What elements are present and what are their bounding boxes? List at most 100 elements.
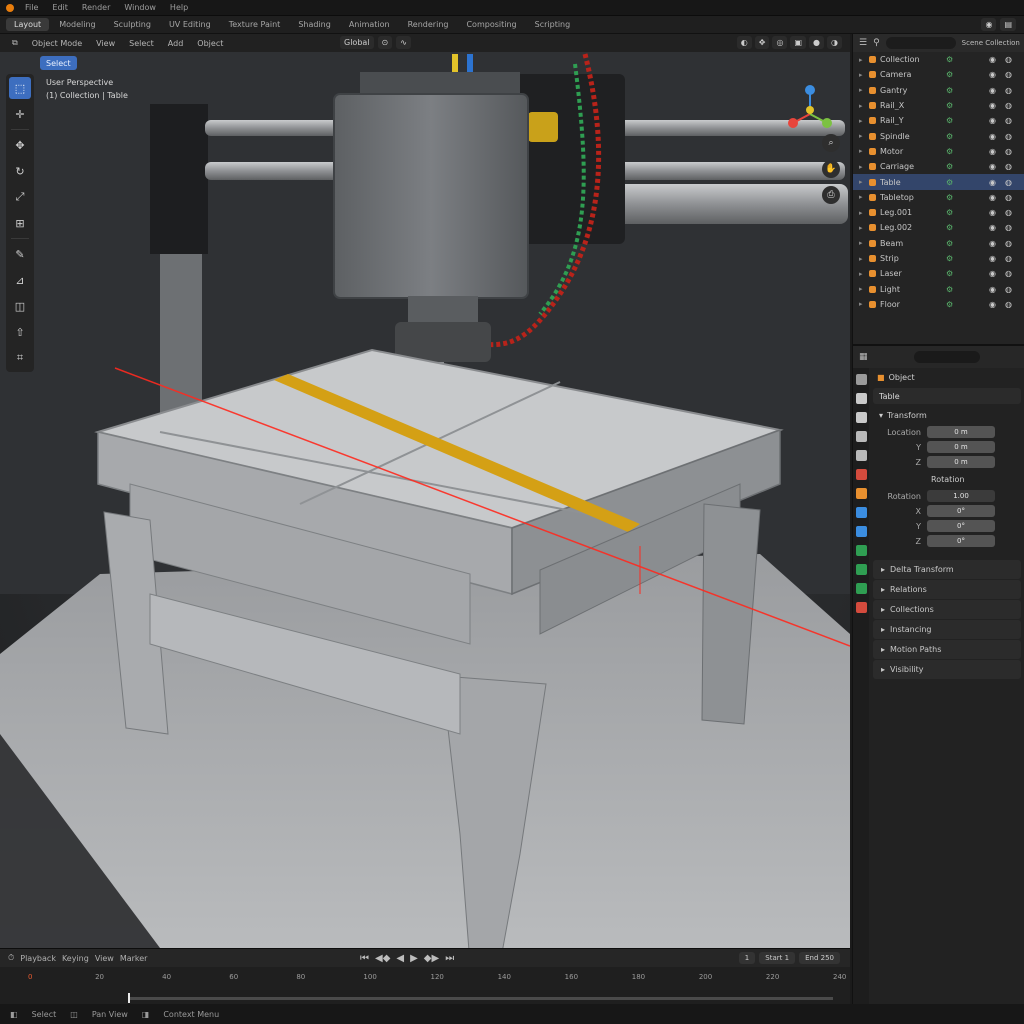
outliner-row[interactable]: ▸ Leg.001 ⚙ ◉ ◍: [853, 205, 1024, 220]
app-logo-icon[interactable]: [6, 3, 14, 12]
measure-icon[interactable]: ⊿: [9, 269, 31, 291]
transform-section-header[interactable]: ▾ Transform: [871, 406, 1023, 424]
view-layer-icon[interactable]: ▤: [1000, 18, 1016, 31]
timeline-ruler[interactable]: 0 20 40 60 80 100 120 140 160 180 200 220 240: [0, 971, 850, 987]
eye-icon[interactable]: ◉: [989, 162, 996, 171]
output-tab-icon[interactable]: [855, 412, 867, 423]
scene-icon[interactable]: ◉: [981, 18, 997, 31]
eye-icon[interactable]: ◉: [989, 223, 996, 232]
orientation-dropdown[interactable]: Global: [340, 36, 374, 49]
camera-render-icon[interactable]: ◍: [1005, 86, 1012, 95]
menu-help[interactable]: Help: [165, 2, 193, 13]
3d-viewport[interactable]: ⧉ Object Mode View Select Add Object Glo…: [0, 34, 850, 948]
data-tab-icon[interactable]: [855, 583, 867, 594]
render-tab-icon[interactable]: [855, 393, 867, 404]
particles-tab-icon[interactable]: [855, 526, 867, 537]
expand-triangle-icon[interactable]: ▸: [859, 193, 865, 201]
timeline-editor-icon[interactable]: ⏱: [8, 953, 14, 963]
expand-triangle-icon[interactable]: ▸: [859, 163, 865, 171]
eye-icon[interactable]: ◉: [989, 208, 996, 217]
menu-edit[interactable]: Edit: [47, 2, 73, 13]
eye-icon[interactable]: ◉: [989, 116, 996, 125]
solid-shading-icon[interactable]: ●: [809, 36, 825, 49]
expand-triangle-icon[interactable]: ▸: [859, 224, 865, 232]
outliner-row[interactable]: ▸ Camera ⚙ ◉ ◍: [853, 67, 1024, 82]
prev-key-icon[interactable]: ◀◆: [375, 953, 390, 964]
material-tab-icon[interactable]: [855, 602, 867, 613]
gizmo-toggle-icon[interactable]: ✥: [754, 36, 770, 49]
outliner-row[interactable]: ▸ Motor ⚙ ◉ ◍: [853, 144, 1024, 159]
jump-end-icon[interactable]: ⏭: [445, 953, 454, 964]
eye-icon[interactable]: ◉: [989, 178, 996, 187]
menu-playback[interactable]: Playback: [20, 954, 56, 963]
move-icon[interactable]: ✥: [9, 134, 31, 156]
menu-object[interactable]: Object: [193, 38, 227, 49]
annotate-icon[interactable]: ✎: [9, 243, 31, 265]
camera-render-icon[interactable]: ◍: [1005, 132, 1012, 141]
tab-scripting[interactable]: Scripting: [527, 18, 579, 31]
eye-icon[interactable]: ◉: [989, 132, 996, 141]
expand-triangle-icon[interactable]: ▸: [859, 270, 865, 278]
start-frame-field[interactable]: Start 1: [759, 952, 796, 964]
transform-icon[interactable]: ⊞: [9, 212, 31, 234]
select-box-icon[interactable]: ⬚: [9, 77, 31, 99]
camera-render-icon[interactable]: ◍: [1005, 285, 1012, 294]
outliner-row[interactable]: ▸ Light ⚙ ◉ ◍: [853, 281, 1024, 296]
timeline-track[interactable]: [128, 997, 833, 1000]
next-key-icon[interactable]: ◆▶: [424, 953, 439, 964]
camera-render-icon[interactable]: ◍: [1005, 101, 1012, 110]
tab-animation[interactable]: Animation: [341, 18, 398, 31]
view-layer-tab-icon[interactable]: [855, 431, 867, 442]
expand-triangle-icon[interactable]: ▸: [859, 86, 865, 94]
expand-triangle-icon[interactable]: ▸: [859, 117, 865, 125]
current-frame-field[interactable]: 1: [738, 952, 756, 964]
camera-render-icon[interactable]: ◍: [1005, 55, 1012, 64]
menu-keying[interactable]: Keying: [62, 954, 89, 963]
expand-triangle-icon[interactable]: ▸: [859, 285, 865, 293]
object-tab-icon[interactable]: [855, 488, 867, 499]
snap-icon[interactable]: ∿: [396, 36, 411, 49]
collections-panel[interactable]: ▸ Collections: [873, 600, 1021, 619]
location-x-field[interactable]: 0 m: [927, 426, 995, 438]
eye-icon[interactable]: ◉: [989, 239, 996, 248]
outliner-row[interactable]: ▸ Laser ⚙ ◉ ◍: [853, 266, 1024, 281]
material-shading-icon[interactable]: ◑: [827, 36, 842, 49]
instancing-panel[interactable]: ▸ Instancing: [873, 620, 1021, 639]
loop-cut-icon[interactable]: ⌗: [9, 347, 31, 369]
pivot-icon[interactable]: ⊙: [377, 36, 393, 49]
menu-add[interactable]: Add: [164, 38, 188, 49]
select-mode-button[interactable]: Select: [40, 56, 77, 70]
eye-icon[interactable]: ◉: [989, 300, 996, 309]
eye-icon[interactable]: ◉: [989, 269, 996, 278]
tab-layout[interactable]: Layout: [6, 18, 50, 31]
camera-render-icon[interactable]: ◍: [1005, 208, 1012, 217]
outliner-row[interactable]: ▸ Gantry ⚙ ◉ ◍: [853, 83, 1024, 98]
expand-triangle-icon[interactable]: ▸: [859, 102, 865, 110]
cursor-icon[interactable]: ✛: [9, 103, 31, 125]
outliner-row[interactable]: ▸ Rail_X ⚙ ◉ ◍: [853, 98, 1024, 113]
visibility-panel[interactable]: ▸ Visibility: [873, 660, 1021, 679]
outliner-row[interactable]: ▸ Leg.002 ⚙ ◉ ◍: [853, 220, 1024, 235]
camera-render-icon[interactable]: ◍: [1005, 269, 1012, 278]
outliner-search-input[interactable]: [885, 37, 956, 49]
outliner-row[interactable]: ▸ Rail_Y ⚙ ◉ ◍: [853, 113, 1024, 128]
xray-icon[interactable]: ▣: [790, 36, 807, 49]
eye-icon[interactable]: ◉: [989, 70, 996, 79]
expand-triangle-icon[interactable]: ▸: [859, 132, 865, 140]
eye-icon[interactable]: ◉: [989, 147, 996, 156]
navigation-gizmo[interactable]: [785, 82, 835, 138]
pan-hand-icon[interactable]: ✋: [822, 160, 840, 178]
expand-triangle-icon[interactable]: ▸: [859, 56, 865, 64]
menu-marker[interactable]: Marker: [120, 954, 148, 963]
camera-render-icon[interactable]: ◍: [1005, 300, 1012, 309]
eye-icon[interactable]: ◉: [989, 285, 996, 294]
menu-window[interactable]: Window: [119, 2, 161, 13]
tool-tab-icon[interactable]: [855, 374, 867, 385]
tab-rendering[interactable]: Rendering: [400, 18, 457, 31]
location-z-field[interactable]: 0 m: [927, 456, 995, 468]
rotation-z-field[interactable]: 0°: [927, 535, 995, 547]
physics-tab-icon[interactable]: [855, 545, 867, 556]
expand-triangle-icon[interactable]: ▸: [859, 300, 865, 308]
object-name-field[interactable]: Table: [873, 388, 1021, 404]
extrude-icon[interactable]: ⇧: [9, 321, 31, 343]
